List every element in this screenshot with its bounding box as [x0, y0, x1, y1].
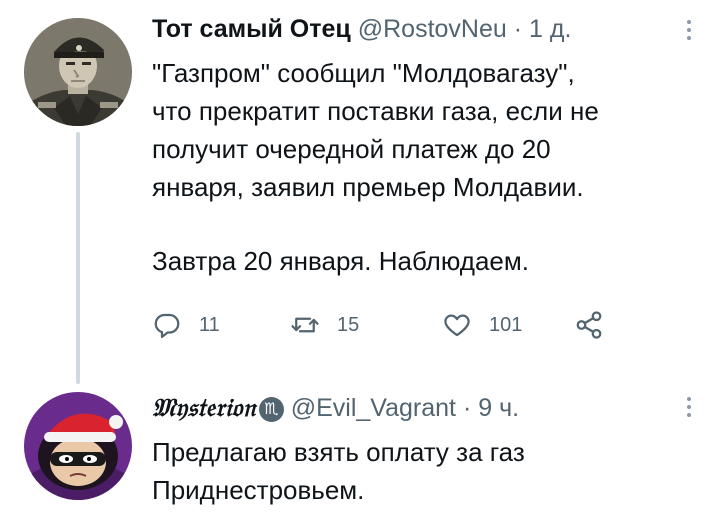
tweet-text: Предлагаю взять оплату за газ Приднестро…	[152, 433, 697, 509]
name-zodiac-badge: ♏	[258, 397, 284, 422]
header-separator: ·	[462, 394, 472, 422]
avatar-cartoon-santa	[24, 392, 132, 500]
retweet-icon	[291, 317, 319, 333]
avatar-author[interactable]	[24, 18, 132, 126]
tweet-actions: 11 15 101	[152, 305, 652, 345]
author-handle[interactable]: @Evil_Vagrant	[291, 394, 456, 422]
more-options-icon[interactable]	[686, 20, 692, 44]
tweet-text-paragraph-1: "Газпром" сообщил "Молдовагазу", что пре…	[152, 58, 599, 202]
tweet-text-paragraph-2: Завтра 20 января. Наблюдаем.	[152, 246, 529, 276]
tweet-timestamp[interactable]: 1 д.	[529, 15, 571, 43]
reply-button[interactable]: 11	[152, 305, 220, 345]
tweet-original[interactable]: Тот самый Отец @RostovNeu · 1 д. "Газпро…	[0, 0, 720, 385]
avatar-photo	[24, 18, 132, 126]
like-button[interactable]: 101	[442, 305, 522, 345]
more-options-icon[interactable]	[686, 397, 692, 421]
tweet-text: "Газпром" сообщил "Молдовагазу", что пре…	[152, 54, 697, 280]
thread-connector-line	[76, 132, 80, 384]
header-separator: ·	[513, 15, 523, 43]
share-icon	[576, 311, 602, 339]
like-count: 101	[489, 313, 523, 336]
tweet-text-paragraph-1: Предлагаю взять оплату за газ Приднестро…	[152, 437, 525, 505]
avatar-replier[interactable]	[24, 392, 132, 500]
tweet-header: 𝔐𝔶𝔰𝔱𝔢𝔯𝔦𝔬𝔫 ♏ @Evil_Vagrant · 9 ч.	[152, 393, 519, 423]
share-button[interactable]	[574, 305, 604, 345]
retweet-button[interactable]: 15	[290, 305, 359, 345]
author-display-name[interactable]: Тот самый Отец	[152, 15, 351, 43]
author-handle[interactable]: @RostovNeu	[358, 15, 507, 43]
reply-count: 11	[199, 313, 220, 336]
reply-icon	[154, 313, 180, 338]
tweet-header: Тот самый Отец @RostovNeu · 1 д.	[152, 14, 571, 44]
retweet-count: 15	[337, 313, 360, 336]
like-icon	[444, 314, 470, 337]
tweet-timestamp[interactable]: 9 ч.	[478, 394, 519, 422]
author-display-name[interactable]: 𝔐𝔶𝔰𝔱𝔢𝔯𝔦𝔬𝔫	[152, 393, 256, 422]
tweet-reply[interactable]: 𝔐𝔶𝔰𝔱𝔢𝔯𝔦𝔬𝔫 ♏ @Evil_Vagrant · 9 ч. Предлага…	[0, 385, 720, 520]
